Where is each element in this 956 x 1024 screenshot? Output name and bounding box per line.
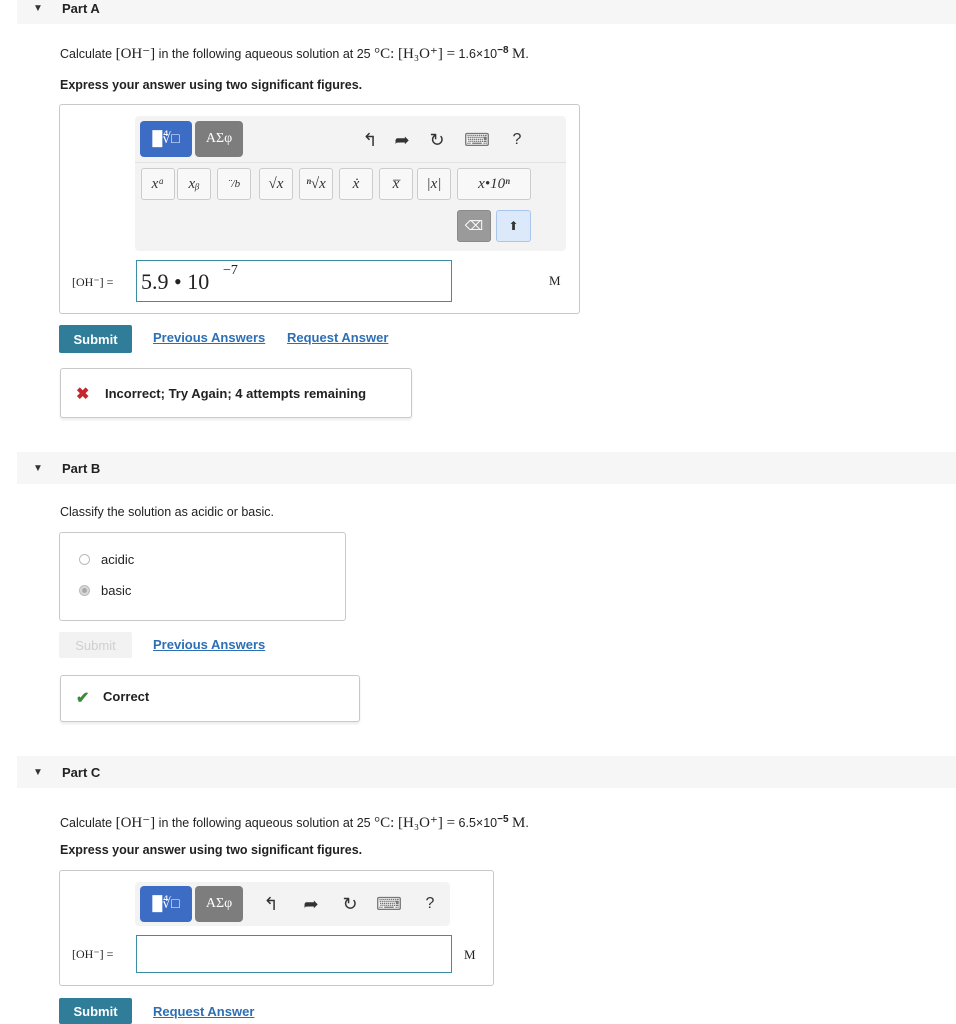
- part-b-question: Classify the solution as acidic or basic…: [60, 505, 274, 519]
- radio-basic[interactable]: [79, 585, 90, 596]
- scientific-notation-key[interactable]: x•10ⁿ: [457, 168, 531, 200]
- unit-symbol: M: [512, 815, 526, 831]
- question-text: in the following aqueous solution at 25: [158, 816, 371, 830]
- previous-answers-link[interactable]: Previous Answers: [153, 637, 265, 652]
- period: .: [525, 816, 529, 830]
- answer-input[interactable]: 5.9 • 10 −7: [136, 260, 452, 302]
- concentration-value: 1.6×10: [458, 47, 498, 61]
- part-b-title: Part B: [62, 460, 101, 476]
- undo-icon[interactable]: ↰: [261, 894, 281, 914]
- unit-label: M: [549, 273, 561, 288]
- undo-icon[interactable]: ↰: [360, 130, 380, 150]
- feedback-incorrect: ✖ Incorrect; Try Again; 4 attempts remai…: [60, 368, 412, 418]
- concentration-exponent: −8: [497, 44, 509, 56]
- help-icon[interactable]: ?: [507, 130, 527, 150]
- temperature-expression: °C: [H₃O⁺] =: [374, 815, 456, 831]
- answer-mantissa: 5.9 • 10: [141, 269, 210, 294]
- part-c-header[interactable]: ▼ Part C: [17, 756, 956, 788]
- collapse-caret-icon[interactable]: ▼: [33, 756, 43, 788]
- absolute-value-key[interactable]: |x|: [417, 168, 451, 200]
- feedback-message: Incorrect; Try Again; 4 attempts remaini…: [105, 386, 367, 401]
- period: .: [525, 47, 529, 61]
- keyboard-icon[interactable]: ⌨: [376, 894, 402, 914]
- math-toolbar: █∜□ ΑΣφ ↰ ➦ ↻ ⌨ ? xᵃ xᵦ ¨/b √x ⁿ√x ẋ x̅…: [135, 116, 566, 251]
- part-a-question: Calculate [OH⁻] in the following aqueous…: [60, 44, 529, 63]
- superscript-key[interactable]: xᵃ: [141, 168, 175, 200]
- math-toolbar: █∜□ ΑΣφ ↰ ➦ ↻ ⌨ ?: [135, 882, 450, 926]
- answer-exponent: −7: [223, 263, 238, 278]
- backspace-icon[interactable]: ⌫: [457, 210, 491, 242]
- concentration-exponent: −5: [497, 813, 509, 825]
- keyboard-icon[interactable]: ⌨: [464, 130, 490, 150]
- answer-label: [OH⁻] =: [72, 275, 114, 289]
- nth-root-key[interactable]: ⁿ√x: [299, 168, 333, 200]
- feedback-correct: ✔ Correct: [60, 675, 360, 722]
- part-a-header[interactable]: ▼ Part A: [17, 0, 956, 24]
- dot-accent-key[interactable]: ẋ: [339, 168, 373, 200]
- unit-symbol: M: [512, 46, 526, 62]
- option-label[interactable]: acidic: [101, 552, 134, 567]
- radio-acidic[interactable]: [79, 554, 90, 565]
- submit-button-disabled[interactable]: Submit: [59, 632, 132, 658]
- toolbar-divider: [135, 162, 566, 163]
- submit-button[interactable]: Submit: [59, 325, 132, 353]
- oh-symbol: [OH⁻]: [115, 46, 156, 62]
- fraction-key[interactable]: ¨/b: [217, 168, 251, 200]
- part-a-answer-box: █∜□ ΑΣφ ↰ ➦ ↻ ⌨ ? xᵃ xᵦ ¨/b √x ⁿ√x ẋ x̅…: [59, 104, 580, 314]
- checkmark-icon: ✔: [76, 690, 90, 707]
- templates-button[interactable]: █∜□: [140, 121, 192, 157]
- reset-icon[interactable]: ↻: [427, 130, 447, 150]
- submit-button[interactable]: Submit: [59, 998, 132, 1024]
- concentration-value: 6.5×10: [458, 816, 498, 830]
- question-text: Calculate: [60, 47, 113, 61]
- part-b-options-box: acidic basic: [59, 532, 346, 621]
- part-c-answer-box: █∜□ ΑΣφ ↰ ➦ ↻ ⌨ ? [OH⁻] = M: [59, 870, 494, 986]
- subscript-key[interactable]: xᵦ: [177, 168, 211, 200]
- greek-symbols-button[interactable]: ΑΣφ: [195, 121, 243, 157]
- redo-icon[interactable]: ➦: [301, 894, 321, 914]
- part-c-title: Part C: [62, 764, 101, 780]
- answer-label: [OH⁻] =: [72, 947, 114, 961]
- oh-symbol: [OH⁻]: [115, 815, 156, 831]
- previous-answers-link[interactable]: Previous Answers: [153, 330, 265, 345]
- part-a-title: Part A: [62, 0, 100, 16]
- incorrect-x-icon: ✖: [76, 386, 90, 403]
- part-b-header[interactable]: ▼ Part B: [17, 452, 956, 484]
- part-c-instruction: Express your answer using two significan…: [60, 843, 363, 857]
- greek-symbols-button[interactable]: ΑΣφ: [195, 886, 243, 922]
- reset-icon[interactable]: ↻: [340, 894, 360, 914]
- collapse-caret-icon[interactable]: ▼: [33, 452, 43, 484]
- unit-label: M: [464, 947, 476, 962]
- redo-icon[interactable]: ➦: [392, 130, 412, 150]
- question-text: in the following aqueous solution at 25: [158, 47, 371, 61]
- square-root-key[interactable]: √x: [259, 168, 293, 200]
- temperature-expression: °C: [H₃O⁺] =: [374, 46, 456, 62]
- question-text: Calculate: [60, 816, 113, 830]
- collapse-caret-icon[interactable]: ▼: [33, 0, 43, 24]
- option-label[interactable]: basic: [101, 583, 131, 598]
- part-a-instruction: Express your answer using two significan…: [60, 78, 363, 92]
- overline-key[interactable]: x̅: [379, 168, 413, 200]
- keyboard-toggle-icon[interactable]: ⬆: [496, 210, 531, 242]
- request-answer-link[interactable]: Request Answer: [287, 330, 388, 345]
- part-c-question: Calculate [OH⁻] in the following aqueous…: [60, 813, 529, 832]
- answer-input[interactable]: [136, 935, 452, 973]
- request-answer-link[interactable]: Request Answer: [153, 1004, 254, 1019]
- templates-button[interactable]: █∜□: [140, 886, 192, 922]
- feedback-message: Correct: [103, 689, 150, 704]
- help-icon[interactable]: ?: [420, 894, 440, 914]
